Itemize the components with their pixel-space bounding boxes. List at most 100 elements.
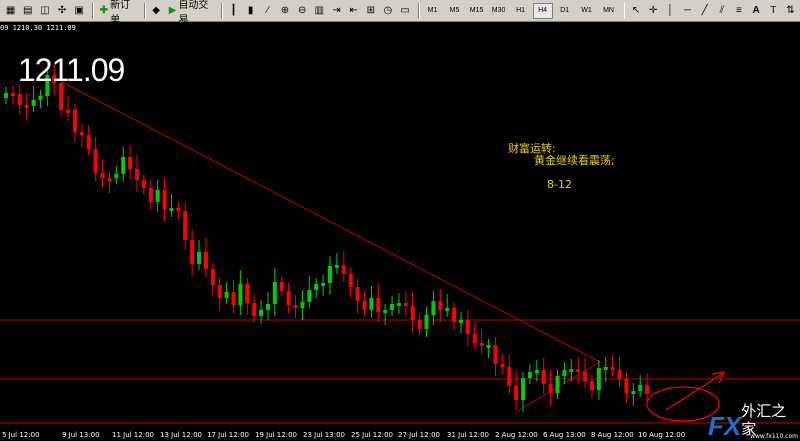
candle-body bbox=[300, 302, 305, 308]
trendline-icon[interactable]: ╱ bbox=[697, 3, 712, 19]
text-label-icon[interactable]: T bbox=[766, 3, 781, 19]
candle-body bbox=[527, 372, 532, 378]
candle-body bbox=[86, 135, 91, 149]
zoom-out-icon[interactable]: ⊖ bbox=[295, 3, 310, 19]
time-axis: 5 Jul 12:00 9 Jul 13:00 11 Jul 12:00 13 Jul… bbox=[0, 430, 800, 441]
candle-body bbox=[100, 173, 105, 178]
candlestick-icon[interactable]: ▮ bbox=[243, 3, 258, 19]
time-label: 11 Jul 12:00 bbox=[112, 431, 154, 439]
candle-body bbox=[383, 310, 388, 313]
candle-body bbox=[231, 292, 236, 305]
time-label: 9 Jul 13:00 bbox=[62, 431, 100, 439]
candle-body bbox=[4, 93, 8, 98]
candle-body bbox=[596, 368, 601, 390]
chart-shift-icon[interactable]: ⇤ bbox=[346, 3, 361, 19]
candle-body bbox=[259, 310, 264, 316]
auto-scroll-icon[interactable]: ⇥ bbox=[329, 3, 344, 19]
candle-body bbox=[17, 94, 22, 105]
candle-body bbox=[583, 372, 588, 381]
timeframe-m5[interactable]: M5 bbox=[445, 3, 465, 19]
cursor-icon[interactable]: ↖ bbox=[628, 3, 643, 19]
timeframe-d1[interactable]: D1 bbox=[555, 3, 575, 19]
candle-body bbox=[72, 110, 77, 132]
candle-body bbox=[555, 376, 560, 393]
candle-body bbox=[10, 93, 15, 96]
candle-body bbox=[396, 303, 401, 306]
fibonacci-icon[interactable]: ≡ bbox=[731, 3, 746, 19]
timeframe-m1[interactable]: M1 bbox=[423, 3, 443, 19]
candle-body bbox=[217, 285, 222, 298]
indicators-icon[interactable]: ⊞ bbox=[363, 3, 378, 19]
arrows-icon[interactable]: ⇅ bbox=[783, 3, 798, 19]
time-label: 2 Aug 12:00 bbox=[495, 431, 538, 439]
candle-body bbox=[155, 190, 160, 202]
candle-body bbox=[355, 287, 360, 301]
candle-body bbox=[369, 298, 374, 310]
separator bbox=[143, 2, 146, 19]
candle-body bbox=[631, 391, 636, 394]
candle-body bbox=[176, 208, 181, 211]
candle-body bbox=[424, 315, 429, 329]
vertical-line-icon[interactable]: │ bbox=[663, 3, 678, 19]
timeframe-w1[interactable]: W1 bbox=[577, 3, 597, 19]
candle-body bbox=[293, 305, 298, 308]
candle-body bbox=[534, 370, 539, 373]
candle-body bbox=[272, 282, 277, 304]
ohlc-readout: 09 1210.30 1211.09 bbox=[0, 24, 76, 32]
candle-body bbox=[79, 132, 84, 135]
auto-trading-button[interactable]: ▶ 自动交易 bbox=[166, 0, 216, 26]
timeframe-m30[interactable]: M30 bbox=[489, 3, 509, 19]
timeframe-mn[interactable]: MN bbox=[599, 3, 619, 19]
candle-body bbox=[265, 304, 270, 310]
time-label: 8 Aug 12:00 bbox=[591, 431, 634, 439]
candle-body bbox=[438, 301, 443, 310]
time-label: 17 Jul 12:00 bbox=[207, 431, 249, 439]
periods-icon[interactable]: ◷ bbox=[380, 3, 395, 19]
candle-body bbox=[445, 308, 450, 311]
bar-chart-icon[interactable]: ┃ bbox=[226, 3, 241, 19]
time-label: 5 Jul 12:00 bbox=[2, 431, 40, 439]
new-chart-icon[interactable]: ▦ bbox=[3, 3, 18, 19]
tile-windows-icon[interactable]: ▥ bbox=[312, 3, 327, 19]
plus-icon: ✚ bbox=[99, 5, 109, 16]
candle-body bbox=[134, 169, 139, 180]
horizontal-line-icon[interactable]: ─ bbox=[680, 3, 695, 19]
market-watch-icon[interactable]: ◫ bbox=[37, 3, 52, 19]
candle-body bbox=[569, 369, 574, 372]
crosshair-icon[interactable]: ✛ bbox=[646, 3, 661, 19]
templates-icon[interactable]: ▭ bbox=[398, 3, 413, 19]
terminal-icon[interactable]: ▣ bbox=[72, 3, 87, 19]
candle-body bbox=[486, 345, 491, 348]
timeframe-m15[interactable]: M15 bbox=[467, 3, 487, 19]
candle-body bbox=[183, 211, 188, 240]
candle-body bbox=[286, 291, 291, 305]
new-order-button[interactable]: ✚ 新订单 bbox=[97, 0, 139, 26]
candle-body bbox=[507, 367, 512, 386]
line-chart-icon[interactable]: ∕ bbox=[260, 3, 275, 19]
candle-body bbox=[645, 385, 650, 394]
zoom-in-icon[interactable]: ⊕ bbox=[277, 3, 292, 19]
meta-editor-icon[interactable]: ◆ bbox=[149, 3, 164, 19]
candle-body bbox=[252, 303, 257, 316]
candle-body bbox=[328, 266, 332, 283]
candle-body bbox=[390, 304, 395, 310]
candle-body bbox=[107, 178, 112, 181]
candle-body bbox=[603, 367, 608, 370]
channel-icon[interactable]: ⫽ bbox=[714, 3, 729, 19]
timeframe-h1[interactable]: H1 bbox=[511, 3, 531, 19]
profiles-icon[interactable]: ▤ bbox=[20, 3, 35, 19]
forecast-arrow-head bbox=[711, 371, 726, 384]
timeframe-h4[interactable]: H4 bbox=[532, 2, 553, 19]
candle-body bbox=[203, 252, 208, 269]
candle-body bbox=[617, 370, 622, 379]
separator bbox=[623, 2, 626, 19]
candle-body bbox=[458, 320, 463, 323]
text-tool-icon[interactable]: A bbox=[749, 3, 764, 19]
candle-body bbox=[576, 369, 581, 372]
candle-body bbox=[121, 157, 126, 174]
navigator-icon[interactable]: ✣ bbox=[54, 3, 69, 19]
candle-body bbox=[190, 240, 195, 264]
candle-body bbox=[417, 320, 422, 329]
candle-body bbox=[169, 208, 174, 211]
candle-body bbox=[341, 265, 346, 274]
